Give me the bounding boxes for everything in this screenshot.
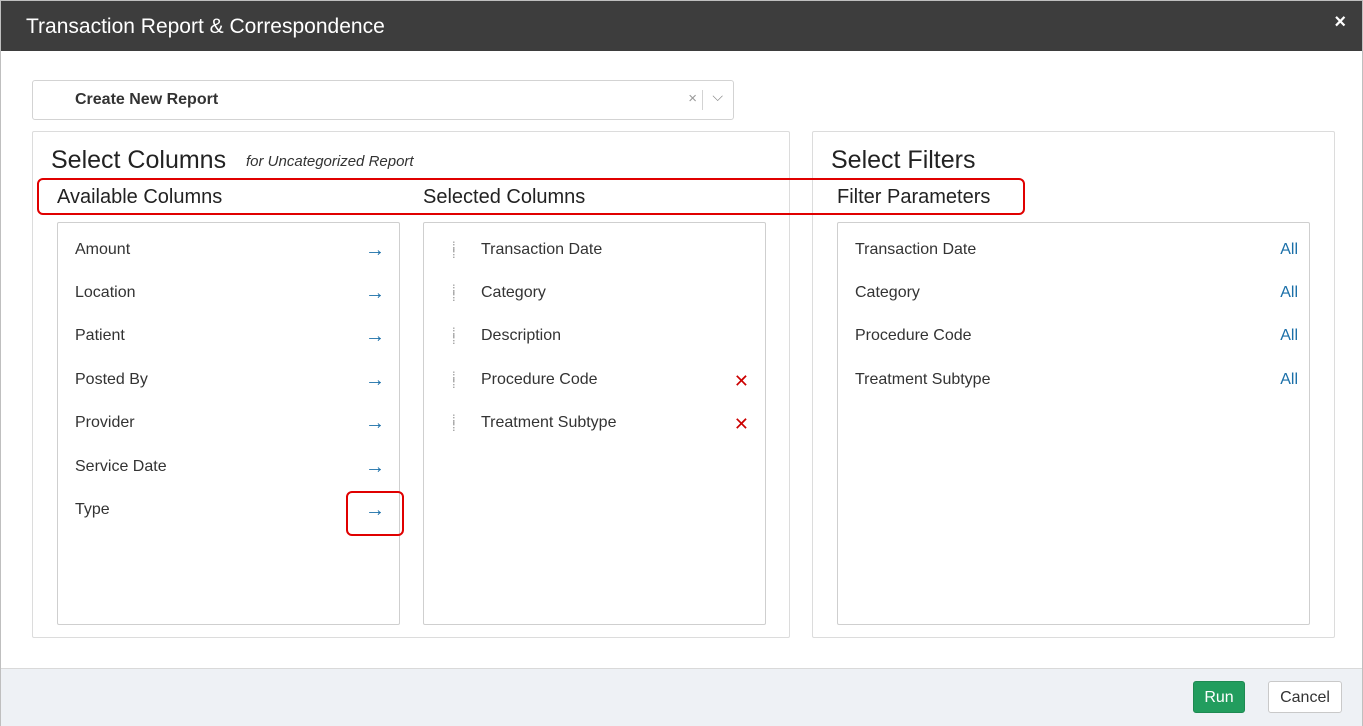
cancel-button[interactable]: Cancel bbox=[1268, 681, 1342, 713]
available-column-row: Posted By → bbox=[58, 361, 399, 401]
selected-column-row[interactable]: ⁞ ⁞ Category bbox=[424, 274, 765, 314]
available-column-label: Service Date bbox=[75, 458, 167, 475]
arrow-right-icon[interactable]: → bbox=[365, 239, 385, 262]
select-columns-subtitle: for Uncategorized Report bbox=[246, 153, 414, 170]
selected-column-row[interactable]: ⁞ ⁞ Treatment Subtype ✕ bbox=[424, 404, 765, 444]
filter-row: Transaction Date All bbox=[838, 231, 1309, 271]
available-column-label: Provider bbox=[75, 414, 135, 431]
header-highlight-box bbox=[37, 178, 1025, 215]
available-column-label: Location bbox=[75, 284, 136, 301]
report-select[interactable]: Create New Report × ⌵ bbox=[32, 80, 734, 120]
type-arrow-highlight-box bbox=[346, 491, 404, 536]
selected-column-label: Category bbox=[481, 284, 546, 301]
selected-column-label: Treatment Subtype bbox=[481, 414, 617, 431]
available-column-row: Location → bbox=[58, 274, 399, 314]
available-column-label: Posted By bbox=[75, 371, 148, 388]
available-columns-list: Amount → Location → Patient → Posted By … bbox=[57, 222, 400, 625]
filter-row: Category All bbox=[838, 274, 1309, 314]
drag-handle-icon[interactable]: ⁞ ⁞ bbox=[452, 326, 456, 346]
drag-handle-icon[interactable]: ⁞ ⁞ bbox=[452, 413, 456, 433]
filter-label: Treatment Subtype bbox=[855, 371, 991, 388]
close-icon[interactable]: × bbox=[1334, 11, 1346, 34]
filter-value-link[interactable]: All bbox=[1280, 371, 1298, 389]
selected-column-row[interactable]: ⁞ ⁞ Procedure Code ✕ bbox=[424, 361, 765, 401]
selected-column-row[interactable]: ⁞ ⁞ Transaction Date bbox=[424, 231, 765, 271]
dialog-titlebar: Transaction Report & Correspondence × bbox=[1, 1, 1362, 51]
available-column-label: Patient bbox=[75, 327, 125, 344]
filter-parameters-list: Transaction Date All Category All Proced… bbox=[837, 222, 1310, 625]
arrow-right-icon[interactable]: → bbox=[365, 282, 385, 305]
available-column-label: Amount bbox=[75, 241, 131, 258]
available-column-row: Service Date → bbox=[58, 448, 399, 488]
available-column-row: Patient → bbox=[58, 317, 399, 357]
filter-label: Transaction Date bbox=[855, 241, 977, 258]
available-column-label: Type bbox=[75, 501, 110, 518]
dialog-title: Transaction Report & Correspondence bbox=[26, 15, 385, 38]
filter-row: Procedure Code All bbox=[838, 317, 1309, 357]
report-dialog: Transaction Report & Correspondence × Cr… bbox=[0, 0, 1363, 726]
filter-value-link[interactable]: All bbox=[1280, 284, 1298, 302]
drag-handle-icon[interactable]: ⁞ ⁞ bbox=[452, 283, 456, 303]
remove-icon[interactable]: ✕ bbox=[734, 414, 749, 435]
drag-handle-icon[interactable]: ⁞ ⁞ bbox=[452, 370, 456, 390]
available-column-row: Amount → bbox=[58, 231, 399, 271]
dialog-footer: Run Cancel bbox=[1, 668, 1362, 726]
chevron-down-icon[interactable]: ⌵ bbox=[712, 88, 723, 105]
select-filters-title: Select Filters bbox=[831, 146, 976, 174]
run-button[interactable]: Run bbox=[1193, 681, 1245, 713]
arrow-right-icon[interactable]: → bbox=[365, 369, 385, 392]
filter-value-link[interactable]: All bbox=[1280, 327, 1298, 345]
arrow-right-icon[interactable]: → bbox=[365, 412, 385, 435]
remove-icon[interactable]: ✕ bbox=[734, 371, 749, 392]
arrow-right-icon[interactable]: → bbox=[365, 325, 385, 348]
selected-columns-list: ⁞ ⁞ Transaction Date ⁞ ⁞ Category ⁞ ⁞ Descr… bbox=[423, 222, 766, 625]
selected-column-label: Transaction Date bbox=[481, 241, 603, 258]
drag-handle-icon[interactable]: ⁞ ⁞ bbox=[452, 240, 456, 260]
selected-column-label: Description bbox=[481, 327, 562, 344]
filter-label: Procedure Code bbox=[855, 327, 972, 344]
select-separator bbox=[702, 90, 703, 110]
available-column-row: Provider → bbox=[58, 404, 399, 444]
clear-icon[interactable]: × bbox=[688, 90, 697, 107]
report-select-value: Create New Report bbox=[75, 91, 219, 108]
select-columns-title: Select Columns bbox=[51, 146, 227, 174]
selected-column-row[interactable]: ⁞ ⁞ Description bbox=[424, 317, 765, 357]
filter-value-link[interactable]: All bbox=[1280, 241, 1298, 259]
filter-row: Treatment Subtype All bbox=[838, 361, 1309, 401]
selected-column-label: Procedure Code bbox=[481, 371, 598, 388]
arrow-right-icon[interactable]: → bbox=[365, 456, 385, 479]
filter-label: Category bbox=[855, 284, 920, 301]
